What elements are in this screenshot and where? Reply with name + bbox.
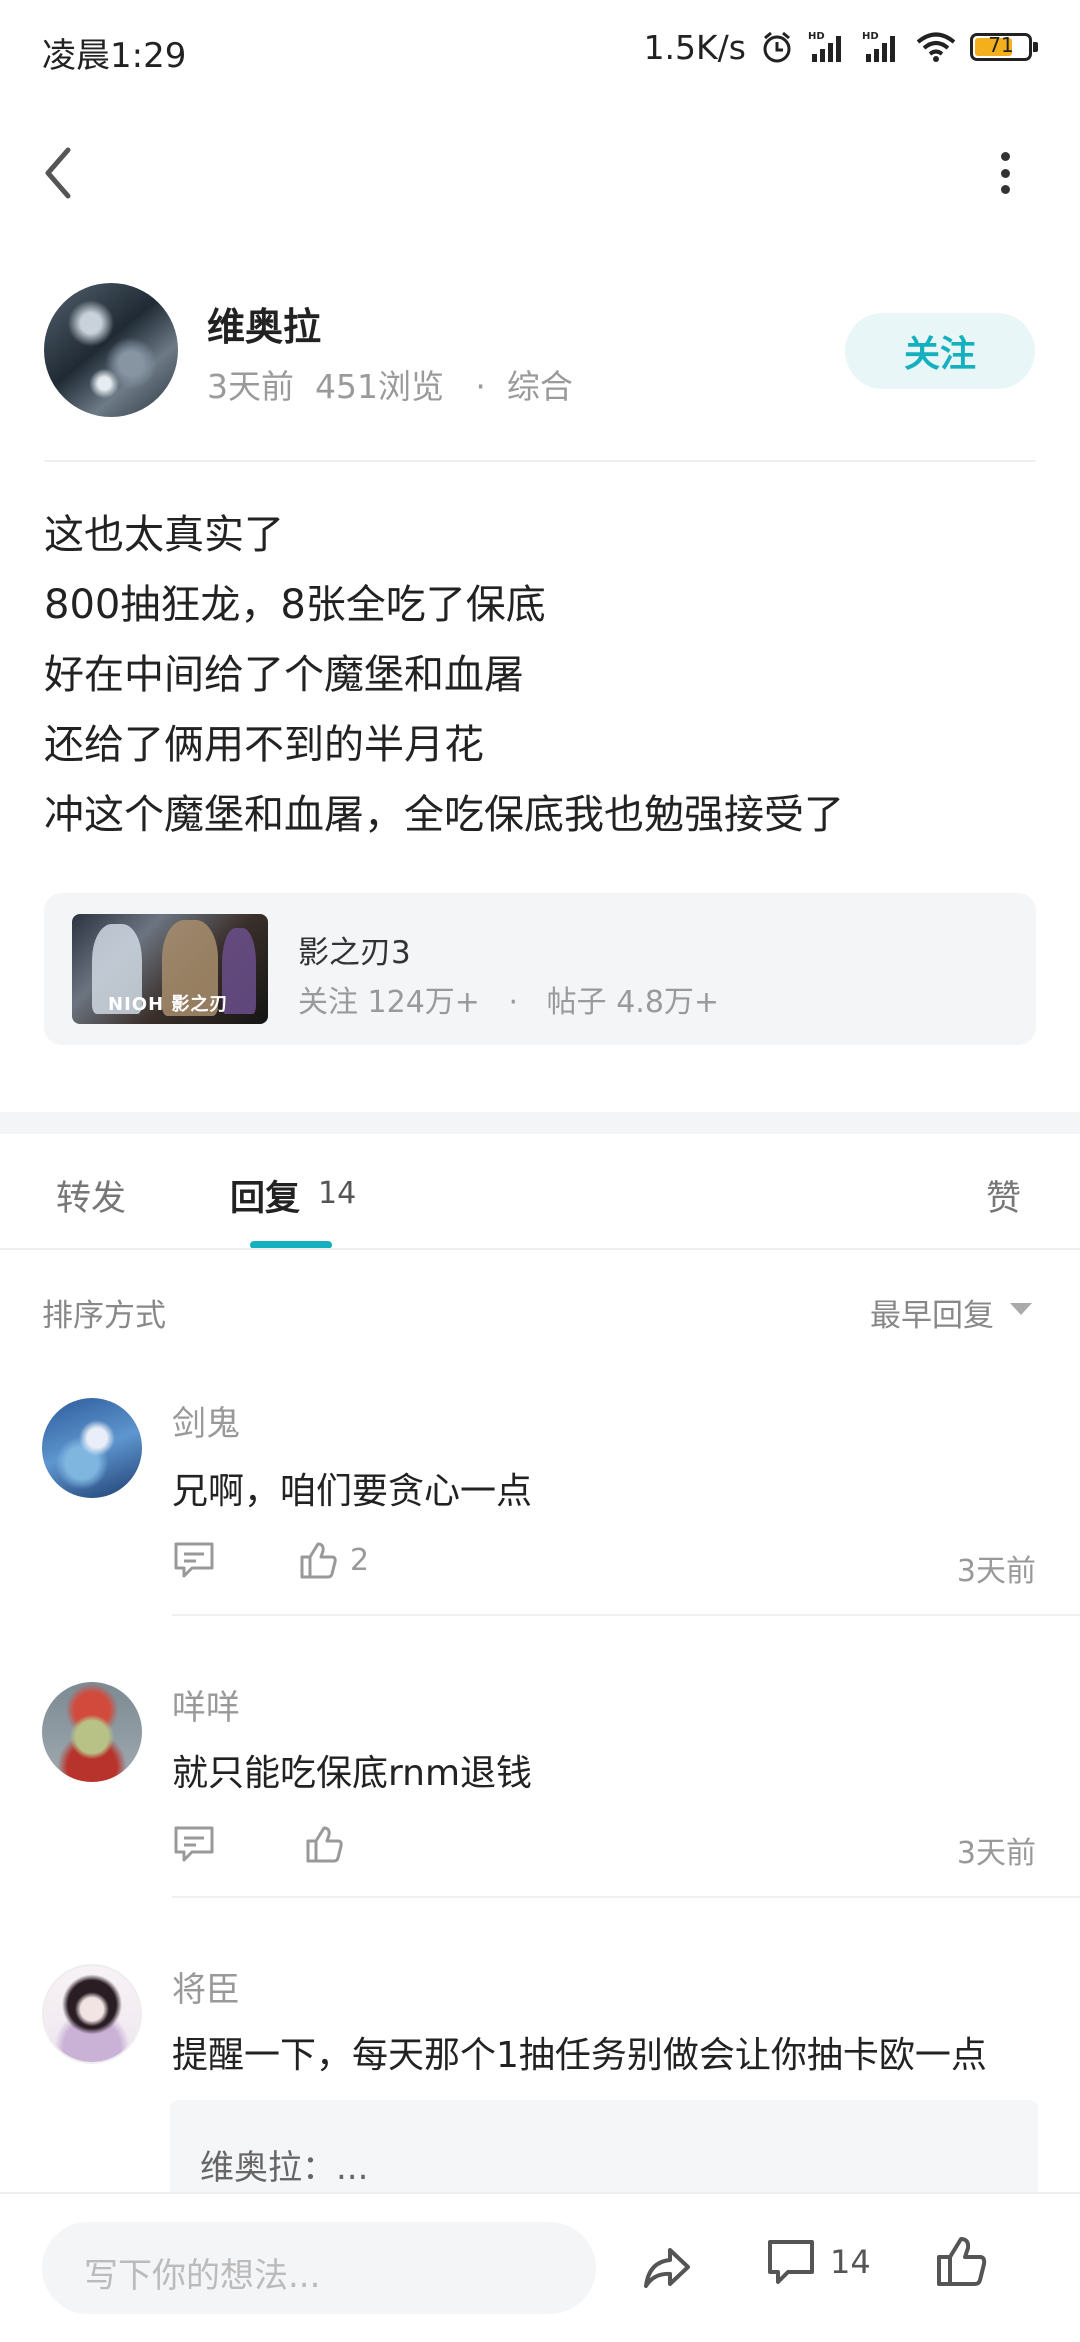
like-button[interactable] [934, 2234, 988, 2288]
game-thumbnail-logo: NIOH 影之刃 [108, 994, 229, 1015]
comment-time: 3天前 [956, 1836, 1036, 1871]
back-button[interactable] [38, 140, 84, 206]
alarm-icon [763, 31, 791, 63]
post-line: 这也太真实了 [44, 512, 284, 558]
comment-author[interactable]: 将臣 [172, 1962, 240, 2011]
post-line: 还给了俩用不到的半月花 [44, 722, 484, 768]
signal-hd-icon: HD [862, 31, 895, 62]
divider [172, 1896, 1080, 1898]
comment-text: 就只能吃保底rnm退钱 [172, 1753, 533, 1794]
thumbs-up-icon [300, 1542, 337, 1579]
game-stats: 关注 124万+ · 帖子 4.8万+ [298, 985, 720, 1020]
comment-avatar[interactable] [42, 1682, 142, 1782]
tab-reply[interactable]: 回复 [230, 1170, 300, 1221]
comment-author[interactable]: 咩咩 [172, 1680, 240, 1729]
tab-reply-count: 14 [318, 1176, 357, 1211]
game-card[interactable]: NIOH 影之刃 影之刃3 关注 124万+ · 帖子 4.8万+ [44, 893, 1036, 1045]
divider [44, 460, 1036, 462]
caret-down-icon[interactable] [1010, 1303, 1032, 1315]
svg-text:HD: HD [808, 31, 825, 42]
post-meta: 3天前 451浏览 · 综合 [207, 367, 573, 406]
tab-like[interactable]: 赞 [986, 1170, 1021, 1221]
comment-avatar[interactable] [42, 1964, 142, 2064]
game-title: 影之刃3 [298, 935, 411, 971]
game-thumbnail: NIOH 影之刃 [72, 914, 268, 1024]
post-body: 这也太真实了 800抽狂龙，8张全吃了保底 好在中间给了个魔堡和血屠 还给了俩用… [44, 500, 844, 850]
wifi-icon [916, 32, 956, 62]
status-icons: 1.5K/s HD HD 71 [643, 24, 1038, 70]
comment-reply-button[interactable] [172, 1824, 216, 1864]
comment-author[interactable]: 剑鬼 [172, 1396, 240, 1445]
post-line: 冲这个魔堡和血屠，全吃保底我也勉强接受了 [44, 792, 844, 838]
status-time: 凌晨1:29 [42, 36, 187, 76]
comments-button[interactable]: 14 [766, 2238, 871, 2286]
comment-avatar[interactable] [42, 1398, 142, 1498]
comment-like-button[interactable]: 2 [298, 1540, 369, 1580]
more-vertical-icon [1000, 152, 1010, 161]
more-button[interactable] [990, 152, 1020, 194]
tab-forward[interactable]: 转发 [56, 1170, 126, 1221]
thumbs-up-icon [937, 2237, 987, 2286]
signal-hd-icon: HD [808, 31, 841, 62]
divider [172, 1614, 1080, 1616]
chevron-left-icon [45, 147, 71, 199]
comment-time: 3天前 [956, 1554, 1036, 1589]
comment-icon [768, 2240, 814, 2284]
sort-dropdown[interactable]: 最早回复 [870, 1290, 994, 1335]
post-line: 800抽狂龙，8张全吃了保底 [44, 582, 546, 628]
author-avatar[interactable] [44, 283, 178, 417]
author-name[interactable]: 维奥拉 [207, 296, 321, 351]
sort-label: 排序方式 [42, 1298, 166, 1334]
comment-reply-button[interactable] [172, 1540, 216, 1580]
comment-icon [174, 1542, 214, 1578]
battery-icon: 71 [970, 33, 1038, 61]
network-speed: 1.5K/s [643, 27, 746, 67]
thumbs-up-icon [306, 1826, 343, 1863]
comment-like-button[interactable] [304, 1824, 344, 1864]
share-icon [644, 2248, 690, 2288]
comment-like-count: 2 [350, 1542, 370, 1578]
post-line: 好在中间给了个魔堡和血屠 [44, 652, 524, 698]
comments-count: 14 [830, 2243, 871, 2281]
comment-text: 兄啊，咱们要贪心一点 [172, 1471, 533, 1512]
svg-text:HD: HD [862, 31, 879, 42]
divider [0, 1248, 1080, 1250]
comment-icon [174, 1826, 214, 1862]
share-button[interactable] [640, 2240, 694, 2294]
comment-text: 提醒一下，每天那个1抽任务别做会让你抽卡欧一点 [172, 2035, 987, 2076]
quoted-reply-text: 维奥拉：... [200, 2148, 369, 2188]
reply-input-placeholder: 写下你的想法... [84, 2256, 321, 2296]
follow-button[interactable]: 关注 [845, 313, 1035, 389]
battery-percent: 71 [988, 33, 1014, 57]
section-separator [0, 1112, 1080, 1134]
